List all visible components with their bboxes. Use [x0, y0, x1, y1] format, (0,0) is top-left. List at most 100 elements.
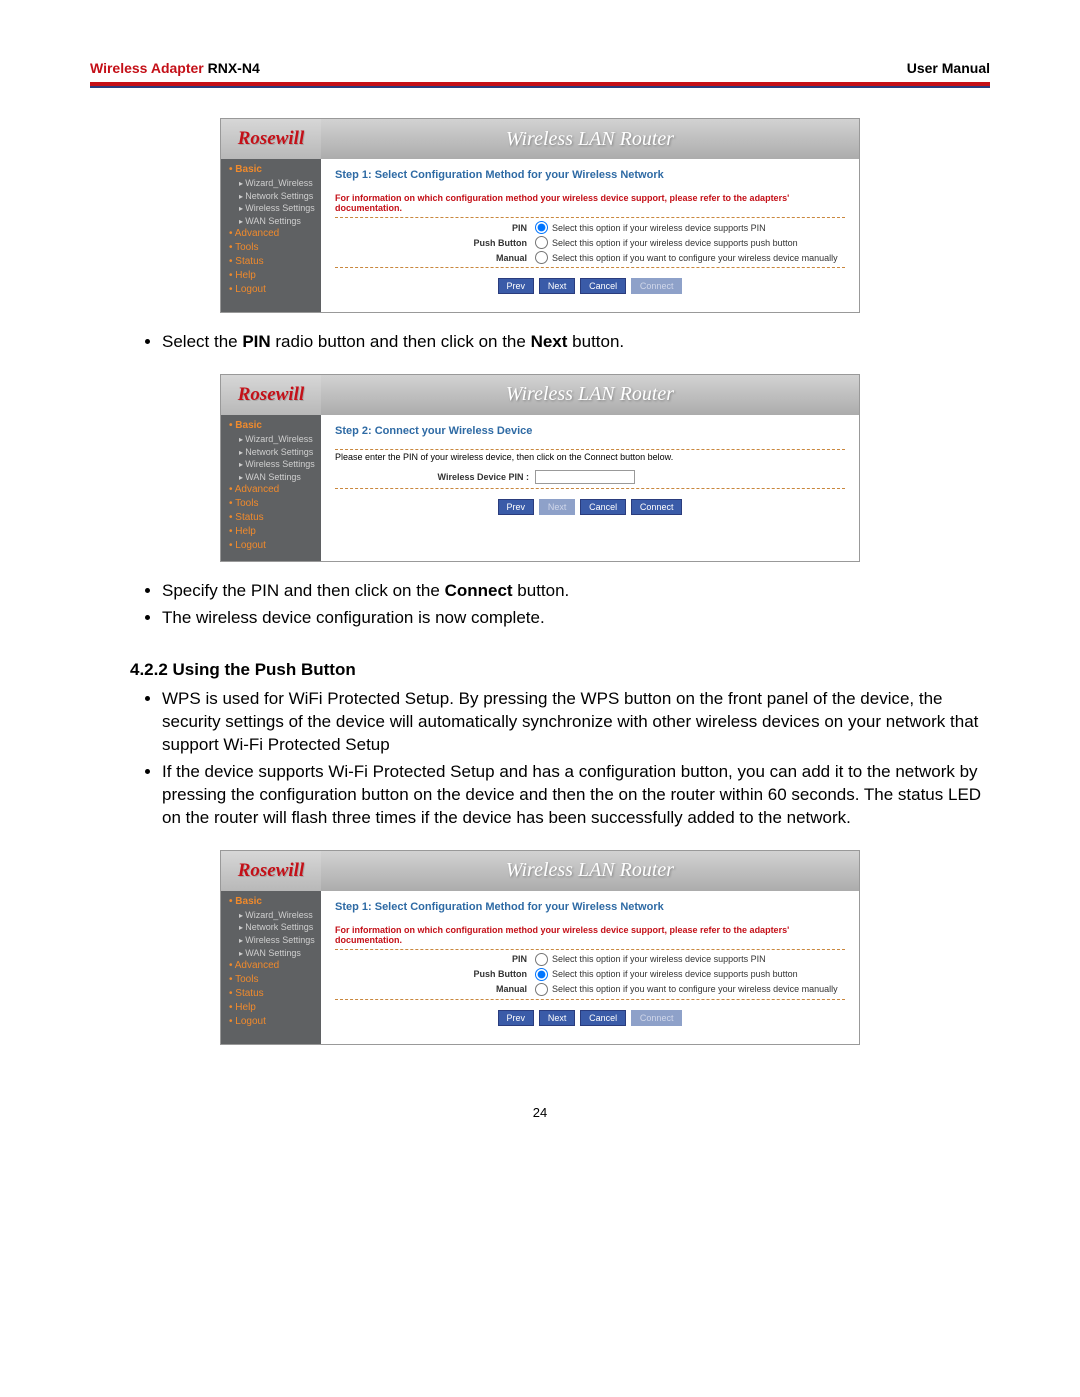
sidebar-item-wizard[interactable]: Wizard_Wireless	[229, 177, 321, 190]
router-header: Rosewill Wireless LAN Router	[221, 119, 859, 159]
config-options: PIN Select this option if your wireless …	[335, 217, 845, 268]
router-header: Rosewill Wireless LAN Router	[221, 375, 859, 415]
page-number: 24	[90, 1105, 990, 1120]
sidebar-item-advanced[interactable]: Advanced	[229, 959, 321, 973]
wireless-adapter-label: Wireless Adapter	[90, 60, 204, 76]
rosewill-logo: Rosewill	[221, 375, 321, 415]
option-label-pin: PIN	[335, 954, 535, 964]
sidebar-item-advanced[interactable]: Advanced	[229, 483, 321, 497]
option-label-pin: PIN	[335, 223, 535, 233]
sidebar-item-wan[interactable]: WAN Settings	[229, 215, 321, 228]
pin-label: Wireless Device PIN :	[335, 472, 535, 482]
sidebar-item-network[interactable]: Network Settings	[229, 446, 321, 459]
router-screenshot-1: Rosewill Wireless LAN Router Basic Wizar…	[220, 118, 860, 313]
step-title: Step 2: Connect your Wireless Device	[335, 425, 845, 437]
sidebar-item-logout[interactable]: Logout	[229, 283, 321, 297]
sidebar-item-status[interactable]: Status	[229, 511, 321, 525]
config-row-manual: Manual Select this option if you want to…	[335, 982, 845, 997]
sidebar-item-wireless[interactable]: Wireless Settings	[229, 202, 321, 215]
sidebar-item-basic[interactable]: Basic	[229, 895, 321, 909]
router-content: Step 1: Select Configuration Method for …	[321, 159, 859, 312]
config-row-pushbutton: Push Button Select this option if your w…	[335, 967, 845, 982]
pin-entry-block: Please enter the PIN of your wireless de…	[335, 449, 845, 489]
next-button: Next	[539, 499, 576, 515]
option-label-manual: Manual	[335, 253, 535, 263]
next-button[interactable]: Next	[539, 278, 576, 294]
option-desc-pushbutton: Select this option if your wireless devi…	[552, 969, 845, 979]
sidebar-item-wireless[interactable]: Wireless Settings	[229, 458, 321, 471]
option-desc-pin: Select this option if your wireless devi…	[552, 223, 845, 233]
sidebar-item-status[interactable]: Status	[229, 987, 321, 1001]
bullet-specify-pin: Specify the PIN and then click on the Co…	[162, 580, 990, 603]
sidebar-item-tools[interactable]: Tools	[229, 497, 321, 511]
sidebar-item-help[interactable]: Help	[229, 1001, 321, 1015]
pin-row: Wireless Device PIN :	[335, 468, 845, 486]
button-row: Prev Next Cancel Connect	[335, 499, 845, 515]
bullet-wps-desc-2: If the device supports Wi-Fi Protected S…	[162, 761, 990, 830]
next-button[interactable]: Next	[539, 1010, 576, 1026]
sidebar-item-network[interactable]: Network Settings	[229, 921, 321, 934]
sidebar-item-advanced[interactable]: Advanced	[229, 227, 321, 241]
router-body: Basic Wizard_Wireless Network Settings W…	[221, 891, 859, 1044]
bullet-block-2: Specify the PIN and then click on the Co…	[130, 580, 990, 630]
sidebar: Basic Wizard_Wireless Network Settings W…	[221, 891, 321, 1044]
sidebar-item-wireless[interactable]: Wireless Settings	[229, 934, 321, 947]
sidebar-item-status[interactable]: Status	[229, 255, 321, 269]
router-screenshot-3: Rosewill Wireless LAN Router Basic Wizar…	[220, 850, 860, 1045]
router-header: Rosewill Wireless LAN Router	[221, 851, 859, 891]
sidebar-item-wan[interactable]: WAN Settings	[229, 947, 321, 960]
cancel-button[interactable]: Cancel	[580, 499, 626, 515]
option-desc-manual: Select this option if you want to config…	[552, 253, 845, 263]
sidebar-item-logout[interactable]: Logout	[229, 1015, 321, 1029]
radio-pin[interactable]	[535, 221, 548, 234]
sidebar-item-basic[interactable]: Basic	[229, 419, 321, 433]
option-desc-manual: Select this option if you want to config…	[552, 984, 845, 994]
button-row: Prev Next Cancel Connect	[335, 278, 845, 294]
bullet-block-3: WPS is used for WiFi Protected Setup. By…	[130, 688, 990, 830]
sidebar-item-basic[interactable]: Basic	[229, 163, 321, 177]
button-row: Prev Next Cancel Connect	[335, 1010, 845, 1026]
pin-input[interactable]	[535, 470, 635, 484]
option-desc-pushbutton: Select this option if your wireless devi…	[552, 238, 845, 248]
section-422-title: 4.2.2 Using the Push Button	[130, 660, 990, 680]
prev-button[interactable]: Prev	[498, 1010, 535, 1026]
bullet-select-pin: Select the PIN radio button and then cli…	[162, 331, 990, 354]
config-row-pin: PIN Select this option if your wireless …	[335, 952, 845, 967]
sidebar-item-help[interactable]: Help	[229, 269, 321, 283]
bullet-config-complete: The wireless device configuration is now…	[162, 607, 990, 630]
sidebar-item-tools[interactable]: Tools	[229, 973, 321, 987]
radio-manual[interactable]	[535, 983, 548, 996]
router-content: Step 1: Select Configuration Method for …	[321, 891, 859, 1044]
option-label-pushbutton: Push Button	[335, 238, 535, 248]
cancel-button[interactable]: Cancel	[580, 1010, 626, 1026]
connect-button[interactable]: Connect	[631, 499, 683, 515]
sidebar-item-wizard[interactable]: Wizard_Wireless	[229, 433, 321, 446]
sidebar-item-network[interactable]: Network Settings	[229, 190, 321, 203]
blue-divider	[90, 86, 990, 88]
sidebar-item-wizard[interactable]: Wizard_Wireless	[229, 909, 321, 922]
option-label-pushbutton: Push Button	[335, 969, 535, 979]
radio-manual[interactable]	[535, 251, 548, 264]
sidebar-item-logout[interactable]: Logout	[229, 539, 321, 553]
prev-button[interactable]: Prev	[498, 499, 535, 515]
bullet-wps-desc-1: WPS is used for WiFi Protected Setup. By…	[162, 688, 990, 757]
config-row-pin: PIN Select this option if your wireless …	[335, 220, 845, 235]
router-title: Wireless LAN Router	[321, 375, 859, 415]
connect-button: Connect	[631, 278, 683, 294]
sidebar-item-help[interactable]: Help	[229, 525, 321, 539]
sidebar-item-tools[interactable]: Tools	[229, 241, 321, 255]
prev-button[interactable]: Prev	[498, 278, 535, 294]
radio-pin[interactable]	[535, 953, 548, 966]
sidebar-item-wan[interactable]: WAN Settings	[229, 471, 321, 484]
cancel-button[interactable]: Cancel	[580, 278, 626, 294]
rosewill-logo: Rosewill	[221, 851, 321, 891]
config-row-pushbutton: Push Button Select this option if your w…	[335, 235, 845, 250]
radio-pushbutton[interactable]	[535, 236, 548, 249]
rosewill-logo: Rosewill	[221, 119, 321, 159]
doc-header-left: Wireless Adapter RNX-N4	[90, 60, 260, 76]
router-body: Basic Wizard_Wireless Network Settings W…	[221, 159, 859, 312]
router-title: Wireless LAN Router	[321, 851, 859, 891]
radio-pushbutton[interactable]	[535, 968, 548, 981]
sidebar: Basic Wizard_Wireless Network Settings W…	[221, 415, 321, 561]
info-note: For information on which configuration m…	[335, 925, 845, 945]
